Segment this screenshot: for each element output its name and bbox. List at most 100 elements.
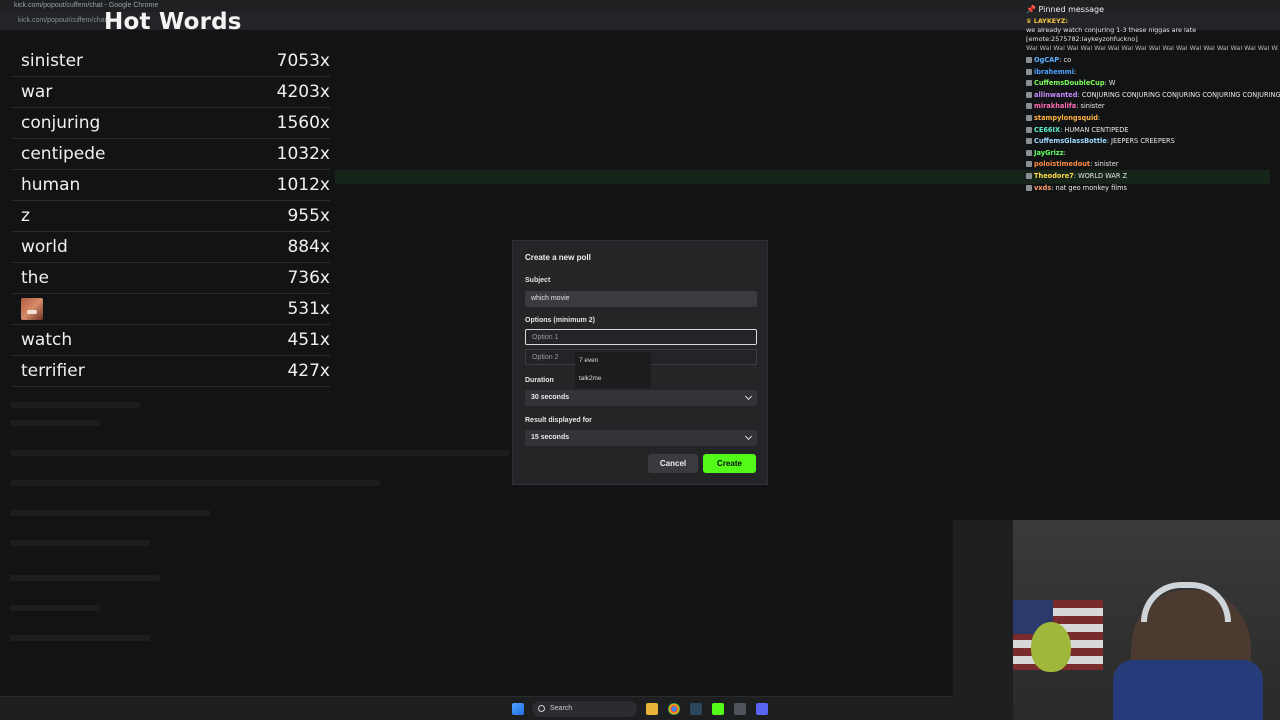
chat-text: JEEPERS CREEPERS — [1111, 137, 1175, 146]
hot-word: world — [21, 237, 68, 257]
hot-word: human — [21, 175, 81, 195]
badge-icon — [1026, 149, 1032, 156]
chat-message: allinwanted: CONJURING CONJURING CONJURI… — [1026, 91, 1280, 99]
chat-username[interactable]: JayGrizz — [1034, 149, 1064, 157]
hot-word: z — [21, 206, 30, 226]
option-1-input[interactable]: Option 1 — [525, 329, 757, 345]
taskbar-search-label: Search — [550, 705, 573, 712]
taskbar: Search — [0, 696, 953, 720]
hot-word-count: 427x — [287, 361, 330, 381]
autocomplete-option[interactable]: 7 even — [579, 357, 598, 364]
chat-username[interactable]: vxds — [1034, 184, 1051, 192]
hot-word-count: 1560x — [276, 113, 330, 133]
subject-input[interactable]: which movie — [525, 291, 757, 307]
chat-text: sinister — [1094, 160, 1119, 169]
hot-word-count: 531x — [287, 299, 330, 319]
chat-username[interactable]: mirakhalifa — [1034, 102, 1076, 110]
hot-word-count: 1012x — [276, 175, 330, 195]
hot-word-row: 531x — [12, 294, 330, 325]
create-button[interactable]: Create — [703, 454, 756, 473]
pinned-spam: Wal Wal Wal Wal Wal Wal Wal Wal Wal Wal … — [1026, 44, 1278, 52]
badge-icon — [1026, 80, 1032, 87]
chat-message: CuffemsDoubleCup: W — [1026, 79, 1280, 87]
chat-message: CuffemsGlassBottle: JEEPERS CREEPERS — [1026, 137, 1280, 145]
hot-word-count: 451x — [287, 330, 330, 350]
discord-icon[interactable] — [756, 703, 768, 715]
autocomplete-dropdown: 7 even talk2me — [575, 352, 651, 388]
badge-icon — [1026, 184, 1032, 191]
chat-username[interactable]: CuffemsGlassBottle — [1034, 137, 1107, 145]
chat-message: Theodore7: WORLD WAR Z — [1026, 172, 1280, 180]
hot-word-row: z 955x — [12, 201, 330, 232]
chat-username[interactable]: OgCAP — [1034, 56, 1059, 64]
chat-text: W — [1108, 79, 1116, 88]
hot-word-row: conjuring 1560x — [12, 108, 330, 139]
hot-word-count: 955x — [287, 206, 330, 226]
hot-word-row: war 4203x — [12, 77, 330, 108]
badge-icon — [1026, 57, 1032, 63]
chat-username[interactable]: CE66IX — [1034, 126, 1060, 134]
chat-message: CE66IX: HUMAN CENTIPEDE — [1026, 126, 1280, 134]
hot-word-count: 4203x — [276, 82, 330, 102]
taskbar-search[interactable]: Search — [532, 701, 637, 717]
hot-word-row: terrifier 427x — [12, 356, 330, 387]
chat-text: nat geo monkey films — [1055, 183, 1127, 192]
chat-separator: : — [1063, 148, 1066, 157]
duration-select[interactable]: 30 seconds — [525, 390, 757, 406]
kick-icon[interactable] — [712, 703, 724, 715]
crown-icon: ♛ — [1026, 17, 1032, 25]
hot-words-title: Hot Words — [104, 9, 242, 35]
pinned-text: we already watch conjuring 1-3 these nig… — [1026, 26, 1197, 34]
chrome-icon[interactable] — [668, 703, 680, 715]
options-label: Options (minimum 2) — [525, 317, 595, 324]
hot-word-row: world 884x — [12, 232, 330, 263]
duration-label: Duration — [525, 377, 554, 384]
chat-username[interactable]: ibrahemmi — [1034, 68, 1074, 76]
chat-message: mirakhalifa: sinister — [1026, 102, 1280, 110]
folder-icon[interactable] — [646, 703, 658, 715]
chat-username[interactable]: allinwanted — [1034, 91, 1078, 99]
windows-start-icon[interactable] — [512, 703, 524, 715]
chat-text: WORLD WAR Z — [1078, 172, 1128, 180]
hot-word-row: sinister 7053x — [12, 46, 330, 77]
webcam-feed — [953, 520, 1280, 720]
badge-icon — [1026, 161, 1032, 168]
chat-separator: : — [1097, 114, 1101, 122]
pinned-message: ♛ LAYKEYZ: we already watch conjuring 1-… — [1026, 17, 1278, 53]
chat-message: poloistimedout: sinister — [1026, 160, 1280, 168]
badge-icon — [1026, 173, 1032, 179]
badge-icon — [1026, 68, 1032, 75]
chat-overlay: 📌 Pinned message ♛ LAYKEYZ: we already w… — [1022, 3, 1280, 193]
result-value: 15 seconds — [531, 434, 570, 441]
hot-words-panel: Hot Words sinister 7053x war 4203x conjuri… — [0, 0, 332, 390]
autocomplete-option[interactable]: talk2me — [579, 375, 601, 382]
chat-username[interactable]: poloistimedout — [1034, 160, 1090, 168]
cancel-button[interactable]: Cancel — [648, 454, 698, 473]
chat-message: ibrahemmi: — [1026, 68, 1280, 76]
hot-word: sinister — [21, 51, 84, 71]
chat-username[interactable]: Theodore7 — [1034, 172, 1074, 180]
pinned-user: LAYKEYZ: — [1033, 17, 1068, 25]
chat-separator: : — [1073, 67, 1077, 76]
chat-username[interactable]: stampylongsquid — [1034, 114, 1098, 122]
chat-message: OgCAP: co — [1026, 56, 1280, 64]
subject-label: Subject — [525, 277, 551, 284]
chat-message: JayGrizz: — [1026, 149, 1280, 157]
result-label: Result displayed for — [525, 417, 592, 424]
badge-icon — [1026, 138, 1032, 145]
chat-text: sinister — [1080, 102, 1105, 111]
hot-word: centipede — [21, 144, 106, 164]
hot-word-count: 1032x — [276, 144, 330, 164]
hot-word: terrifier — [21, 361, 85, 381]
badge-icon — [1026, 126, 1032, 133]
steam-icon[interactable] — [690, 703, 702, 715]
hot-words-list: sinister 7053x war 4203x conjuring 1560x ce… — [12, 46, 330, 387]
chat-username[interactable]: CuffemsDoubleCup — [1034, 79, 1105, 87]
badge-icon — [1026, 103, 1032, 110]
hot-word: watch — [21, 330, 73, 350]
app-icon[interactable] — [734, 703, 746, 715]
result-select[interactable]: 15 seconds — [525, 430, 757, 446]
chat-message: vxds: nat geo monkey films — [1026, 184, 1280, 192]
hot-word-row: the 736x — [12, 263, 330, 294]
search-icon — [538, 705, 545, 712]
